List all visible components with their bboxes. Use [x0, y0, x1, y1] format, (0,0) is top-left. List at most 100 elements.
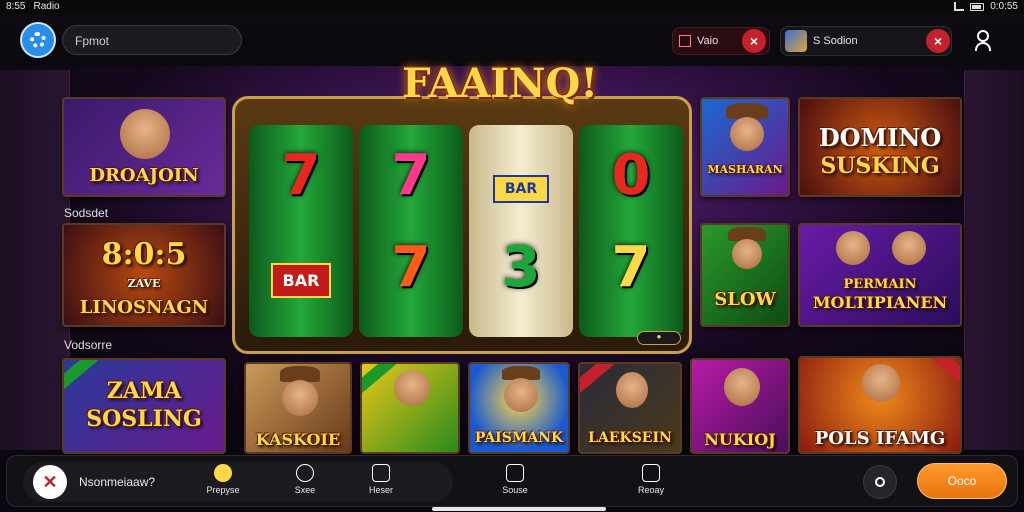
- game-tile-linosnagn[interactable]: 8:0:5 ZAVE LINOSNAGN: [62, 223, 226, 327]
- search-icon: [875, 477, 885, 487]
- square-icon: [679, 35, 691, 47]
- tile-title-top: 8:0:5: [101, 237, 187, 272]
- tile-title-top: PERMAIN: [843, 277, 917, 292]
- nav-item-label: Souse: [502, 485, 528, 495]
- reel-symbol: 7: [281, 143, 321, 208]
- status-bar: 8:55 Radio 0:0:55: [0, 0, 1024, 14]
- left-slot-cabinet: [0, 70, 70, 450]
- chat-icon: [372, 464, 390, 482]
- tile-title: KASKOIE: [255, 430, 341, 449]
- no-entry-icon[interactable]: ✕: [33, 465, 67, 499]
- tile-title-bottom: LINOSNAGN: [79, 297, 209, 318]
- nav-item-label: Sxee: [294, 485, 316, 495]
- game-tile-laeksein[interactable]: LAEKSEIN: [578, 362, 682, 454]
- slot-machine[interactable]: 7 BAR 7 7 BAR 3 0 7 ●: [232, 96, 692, 354]
- tile-title: LAEKSEIN: [588, 430, 672, 446]
- character-image: [862, 364, 900, 402]
- nav-item-label: Heser: [368, 485, 393, 495]
- reel-symbol: 7: [611, 235, 651, 300]
- tile-title-top: DOMINO: [818, 123, 942, 152]
- character-image: [732, 239, 762, 269]
- nav-item-heser[interactable]: Heser: [351, 464, 411, 495]
- top-bar: Fpmot Vaio × S Sodion ×: [0, 14, 1024, 66]
- nav-item-reoay[interactable]: Reoay: [621, 464, 681, 495]
- bottom-nav: ✕ Nsonmeiaaw? Prepyse Sxee Heser Souse R…: [6, 455, 1018, 507]
- coin-icon: [214, 464, 232, 482]
- reel-4: 0 7: [579, 125, 683, 337]
- reel-1: 7 BAR: [249, 125, 353, 337]
- search-input[interactable]: Fpmot: [62, 25, 242, 55]
- nav-question[interactable]: Nsonmeiaaw?: [79, 475, 155, 489]
- character-image: [282, 380, 318, 416]
- reel-symbol: 0: [611, 143, 651, 208]
- session-label: S Sodion: [813, 35, 858, 47]
- character-image: [394, 370, 430, 406]
- reel-symbol: 3: [501, 235, 541, 300]
- game-tile-permain[interactable]: PERMAIN MOLTIPIANEN: [798, 223, 962, 327]
- info-icon: [296, 464, 314, 482]
- battery-icon: [970, 2, 985, 11]
- game-tile-pols-ifamg[interactable]: POLS IFAMG: [798, 356, 962, 454]
- avatar: [785, 30, 807, 52]
- game-tile-slow[interactable]: SLOW: [700, 223, 790, 327]
- slot-title: FAAINQ!: [402, 60, 598, 107]
- tile-title-bottom: SOSLING: [86, 406, 202, 432]
- character-image: [504, 378, 538, 412]
- game-tile-kaskoie[interactable]: KASKOIE: [244, 362, 352, 454]
- tile-title-top: ZAMA: [106, 378, 182, 404]
- app-logo-button[interactable]: [20, 22, 56, 58]
- tile-title: DROAJOIN: [89, 165, 199, 186]
- game-tile-player[interactable]: [360, 362, 460, 454]
- tile-title: NUKIOJ: [704, 430, 776, 449]
- close-session-icon[interactable]: ×: [926, 29, 950, 53]
- game-tile-masharan[interactable]: MASHARAN: [700, 97, 790, 197]
- reel-symbol: BAR: [492, 175, 550, 203]
- wifi-icon: [954, 2, 965, 11]
- nav-item-label: Reoay: [637, 485, 664, 495]
- status-label: Radio: [33, 1, 60, 12]
- tile-title: MASHARAN: [707, 163, 783, 176]
- game-tile-nukioj[interactable]: NUKIOJ: [690, 358, 790, 454]
- section-label-first: Sodsdet: [64, 206, 109, 220]
- primary-action-button[interactable]: Ooco: [917, 463, 1007, 499]
- tile-title-bottom: SUSKING: [820, 153, 940, 179]
- character-image: [616, 372, 648, 408]
- character-image: [724, 368, 760, 406]
- red-chip-label: Vaio: [697, 35, 719, 47]
- new-ribbon: [362, 364, 397, 397]
- nav-item-label: Prepyse: [206, 485, 240, 495]
- game-tile-droajoin[interactable]: DROAJOIN: [62, 97, 226, 197]
- character-image: [120, 109, 170, 159]
- tile-subtitle: ZAVE: [127, 277, 161, 290]
- reel-symbol: 7: [391, 143, 431, 208]
- status-time: 8:55: [6, 1, 26, 12]
- game-tile-zama-sosling[interactable]: ZAMA SOSLING: [62, 358, 226, 454]
- reel-symbol: 7: [391, 235, 431, 300]
- tile-title: SLOW: [714, 289, 776, 310]
- slot-badge: ●: [637, 331, 681, 345]
- home-icon: [506, 464, 524, 482]
- home-indicator[interactable]: [432, 507, 606, 511]
- character-image: [892, 231, 926, 265]
- user-icon[interactable]: [972, 28, 994, 52]
- gear-icon: [30, 32, 46, 48]
- tile-title-bottom: MOLTIPIANEN: [812, 293, 948, 312]
- character-image: [730, 117, 764, 151]
- character-image: [836, 231, 870, 265]
- status-clock: 0:0:55: [990, 1, 1018, 12]
- game-tile-paismank[interactable]: PAISMANK: [468, 362, 570, 454]
- nav-item-prepyse[interactable]: Prepyse: [193, 464, 253, 495]
- reel-2: 7 7: [359, 125, 463, 337]
- nav-item-sxee[interactable]: Sxee: [275, 464, 335, 495]
- new-ribbon: [931, 358, 960, 391]
- close-icon[interactable]: ×: [742, 29, 766, 53]
- reel-3: BAR 3: [469, 125, 573, 337]
- tile-title: PAISMANK: [474, 430, 564, 446]
- reel-symbol: BAR: [270, 263, 332, 298]
- search-button[interactable]: [863, 465, 897, 499]
- nav-item-souse[interactable]: Souse: [485, 464, 545, 495]
- window-icon: [642, 464, 660, 482]
- game-tile-domino-susking[interactable]: DOMINO SUSKING: [798, 97, 962, 197]
- new-ribbon: [580, 364, 615, 397]
- tile-title: POLS IFAMG: [814, 428, 946, 449]
